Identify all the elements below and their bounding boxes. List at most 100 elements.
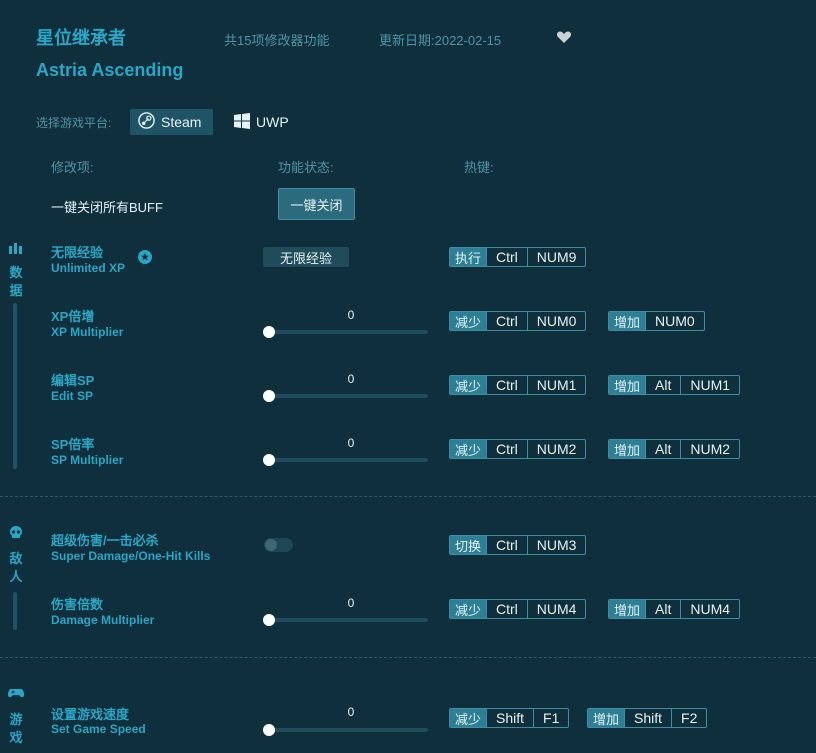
hotkey-action: 增加 bbox=[609, 600, 646, 618]
category-enemy-label: 敌 人 bbox=[9, 551, 23, 584]
hotkey-action: 增加 bbox=[588, 709, 625, 727]
platform-steam-label: Steam bbox=[161, 114, 202, 130]
slider-value: 0 bbox=[347, 308, 355, 322]
platform-uwp-button[interactable]: UWP bbox=[226, 109, 296, 135]
slider-track[interactable] bbox=[268, 394, 428, 398]
close-all-button[interactable]: 一键关闭 bbox=[278, 188, 355, 220]
hotkey-action: 增加 bbox=[609, 312, 646, 330]
hotkey-group[interactable]: 减少 Ctrl NUM1 bbox=[449, 375, 587, 395]
hotkey-key: Ctrl bbox=[486, 440, 527, 458]
slider-value: 0 bbox=[347, 372, 355, 386]
app-title-cn: 星位继承者 bbox=[36, 28, 126, 48]
hotkey-group[interactable]: 增加 Alt NUM2 bbox=[608, 439, 741, 459]
hotkey-key: NUM1 bbox=[680, 376, 739, 394]
hotkey-group[interactable]: 增加 Alt NUM4 bbox=[608, 599, 741, 619]
hotkey-key: NUM3 bbox=[526, 536, 586, 554]
slider-handle[interactable] bbox=[263, 390, 275, 402]
windows-icon bbox=[234, 112, 250, 132]
hotkey-key: NUM2 bbox=[526, 440, 586, 458]
hotkey-action: 减少 bbox=[450, 312, 487, 330]
slider-track[interactable] bbox=[268, 728, 428, 732]
hotkey-key: Ctrl bbox=[486, 376, 527, 394]
hotkey-group[interactable]: 执行 Ctrl NUM9 bbox=[449, 247, 587, 267]
star-badge-icon bbox=[138, 250, 152, 264]
hotkey-group[interactable]: 切换 Ctrl NUM3 bbox=[449, 535, 587, 555]
category-game-label: 游 戏 bbox=[9, 712, 23, 745]
column-header-item: 修改项: bbox=[51, 160, 94, 175]
hotkey-key: NUM4 bbox=[526, 600, 586, 618]
hotkey-group[interactable]: 减少 Ctrl NUM4 bbox=[449, 599, 587, 619]
hotkey-group[interactable]: 减少 Ctrl NUM2 bbox=[449, 439, 587, 459]
slider-value: 0 bbox=[347, 436, 355, 450]
app-title-en: Astria Ascending bbox=[36, 60, 184, 80]
hotkey-group[interactable]: 增加 Alt NUM1 bbox=[608, 375, 741, 395]
item-name-cn: SP倍率 bbox=[51, 437, 95, 452]
hotkey-key: Ctrl bbox=[486, 600, 527, 618]
hotkey-action: 增加 bbox=[609, 440, 646, 458]
hotkey-action: 切换 bbox=[450, 536, 487, 554]
platform-label: 选择游戏平台: bbox=[36, 116, 112, 130]
unlimited-xp-button[interactable]: 无限经验 bbox=[263, 247, 349, 267]
hotkey-action: 减少 bbox=[450, 600, 487, 618]
item-name-cn: 编辑SP bbox=[51, 373, 95, 388]
hotkey-key: NUM9 bbox=[526, 248, 586, 266]
item-name-en: Unlimited XP bbox=[51, 261, 126, 275]
slider-value: 0 bbox=[347, 705, 355, 719]
slider-track[interactable] bbox=[268, 458, 428, 462]
category-data-label: 数 据 bbox=[9, 265, 23, 298]
hotkey-action: 增加 bbox=[609, 376, 646, 394]
close-all-buff-label: 一键关闭所有BUFF bbox=[51, 200, 163, 215]
hotkey-key: Shift bbox=[624, 709, 671, 727]
item-name-cn: XP倍增 bbox=[51, 309, 95, 324]
hotkey-key: Shift bbox=[486, 709, 533, 727]
slider-handle[interactable] bbox=[263, 724, 275, 736]
hotkey-key: Alt bbox=[645, 600, 680, 618]
column-header-hotkey: 热键: bbox=[464, 160, 494, 175]
hotkey-action: 减少 bbox=[450, 709, 487, 727]
item-name-en: Damage Multiplier bbox=[51, 613, 155, 627]
hotkey-key: Ctrl bbox=[486, 248, 527, 266]
gamepad-icon bbox=[8, 686, 24, 700]
skull-icon bbox=[8, 526, 24, 540]
item-name-cn: 无限经验 bbox=[51, 245, 104, 260]
hotkey-key: NUM2 bbox=[680, 440, 739, 458]
item-name-en: Edit SP bbox=[51, 389, 94, 403]
section-divider bbox=[0, 657, 816, 658]
platform-uwp-label: UWP bbox=[256, 114, 289, 130]
slider-track[interactable] bbox=[268, 618, 428, 622]
hotkey-key: F2 bbox=[671, 709, 706, 727]
hotkey-action: 执行 bbox=[450, 248, 487, 266]
hotkey-key: Ctrl bbox=[486, 312, 527, 330]
hotkey-key: NUM4 bbox=[680, 600, 739, 618]
slider-track[interactable] bbox=[268, 330, 428, 334]
item-name-en: Super Damage/One-Hit Kills bbox=[51, 549, 211, 563]
item-name-en: SP Multiplier bbox=[51, 453, 124, 467]
slider-handle[interactable] bbox=[263, 614, 275, 626]
hotkey-group[interactable]: 增加 Shift F2 bbox=[587, 708, 708, 728]
platform-steam-button[interactable]: Steam bbox=[130, 109, 213, 135]
column-header-status: 功能状态: bbox=[278, 160, 334, 175]
item-name-en: Set Game Speed bbox=[51, 722, 146, 736]
super-damage-toggle[interactable] bbox=[264, 538, 293, 552]
hotkey-group[interactable]: 减少 Ctrl NUM0 bbox=[449, 311, 587, 331]
hotkey-key: NUM1 bbox=[526, 376, 586, 394]
hotkey-key: NUM0 bbox=[645, 312, 704, 330]
hotkey-group[interactable]: 增加 NUM0 bbox=[608, 311, 705, 331]
hotkey-key: F1 bbox=[533, 709, 568, 727]
feature-count: 共15项修改器功能 bbox=[224, 33, 330, 48]
category-enemy-bar bbox=[13, 592, 17, 630]
hotkey-group[interactable]: 减少 Shift F1 bbox=[449, 708, 570, 728]
slider-handle[interactable] bbox=[263, 454, 275, 466]
steam-icon bbox=[138, 112, 155, 132]
hotkey-action: 减少 bbox=[450, 440, 487, 458]
item-name-cn: 伤害倍数 bbox=[51, 597, 104, 612]
hotkey-key: NUM0 bbox=[526, 312, 586, 330]
section-divider bbox=[0, 496, 816, 497]
item-name-cn: 设置游戏速度 bbox=[51, 707, 130, 722]
hotkey-key: Alt bbox=[645, 376, 680, 394]
slider-handle[interactable] bbox=[263, 326, 275, 338]
hotkey-key: Ctrl bbox=[486, 536, 527, 554]
category-data-bar bbox=[13, 303, 17, 469]
toggle-knob bbox=[265, 539, 277, 551]
heart-icon[interactable] bbox=[556, 29, 572, 45]
